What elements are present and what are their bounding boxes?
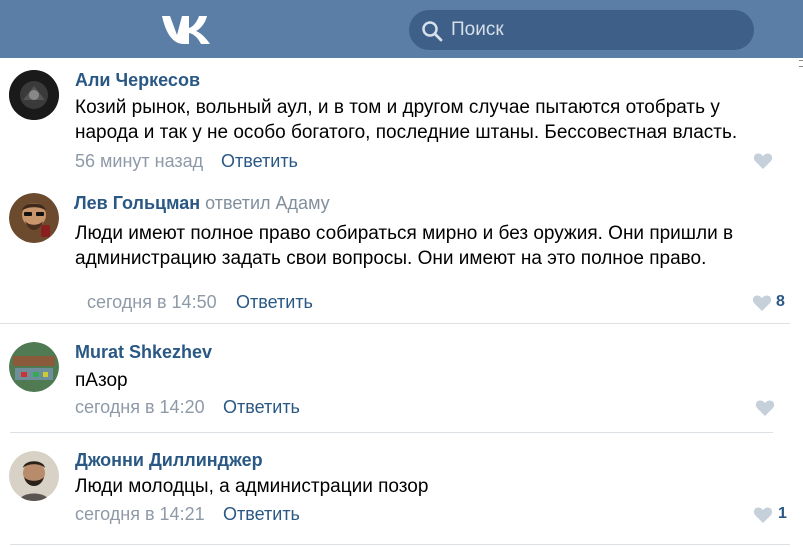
heart-icon[interactable] bbox=[755, 399, 775, 417]
reply-button[interactable]: Ответить bbox=[221, 151, 298, 172]
replied-to[interactable]: ответил Адаму bbox=[205, 193, 330, 213]
reply-button[interactable]: Ответить bbox=[223, 397, 300, 418]
author-name[interactable]: Джонни Диллинджер bbox=[75, 450, 263, 471]
comment-time[interactable]: сегодня в 14:21 bbox=[75, 504, 205, 525]
comment-text: администрацию задать свои вопросы. Они и… bbox=[75, 248, 707, 269]
avatar[interactable] bbox=[9, 70, 59, 120]
reply-button[interactable]: Ответить bbox=[236, 292, 313, 313]
heart-icon[interactable] bbox=[752, 294, 772, 312]
comment-text: пАзор bbox=[75, 370, 128, 391]
search-placeholder[interactable]: Поиск bbox=[451, 20, 504, 40]
like-count[interactable]: 1 bbox=[778, 505, 787, 523]
author-name[interactable]: Али Черкесов bbox=[75, 70, 200, 91]
comment-time[interactable]: 56 минут назад bbox=[75, 151, 203, 172]
comment-text: народа и так у не особо богатого, послед… bbox=[75, 122, 738, 143]
like-count[interactable]: 8 bbox=[776, 293, 785, 311]
heart-icon[interactable] bbox=[753, 506, 773, 524]
search-icon bbox=[422, 21, 443, 42]
top-bar: Поиск bbox=[0, 0, 803, 58]
heart-icon[interactable] bbox=[753, 152, 773, 170]
comment-time[interactable]: сегодня в 14:20 bbox=[75, 397, 205, 418]
search-box[interactable]: Поиск bbox=[409, 10, 754, 50]
author-name-text[interactable]: Лев Гольцман bbox=[74, 193, 200, 213]
divider bbox=[0, 323, 790, 324]
comment-time[interactable]: сегодня в 14:50 bbox=[87, 292, 217, 313]
comment-text: Люди имеют полное право собираться мирно… bbox=[75, 223, 734, 244]
author-name[interactable]: Лев Гольцман ответил Адаму bbox=[74, 193, 330, 214]
comment-text: Люди молодцы, а администрации позор bbox=[75, 476, 429, 497]
scroll-edge bbox=[799, 60, 803, 67]
author-name[interactable]: Murat Shkezhev bbox=[75, 342, 212, 363]
avatar[interactable] bbox=[9, 342, 59, 392]
avatar[interactable] bbox=[9, 193, 59, 243]
divider bbox=[10, 432, 773, 433]
vk-logo-icon[interactable] bbox=[160, 13, 212, 45]
comment-text: Козий рынок, вольный аул, и в том и друг… bbox=[75, 97, 720, 118]
divider bbox=[10, 544, 790, 545]
avatar[interactable] bbox=[9, 451, 59, 501]
reply-button[interactable]: Ответить bbox=[223, 504, 300, 525]
